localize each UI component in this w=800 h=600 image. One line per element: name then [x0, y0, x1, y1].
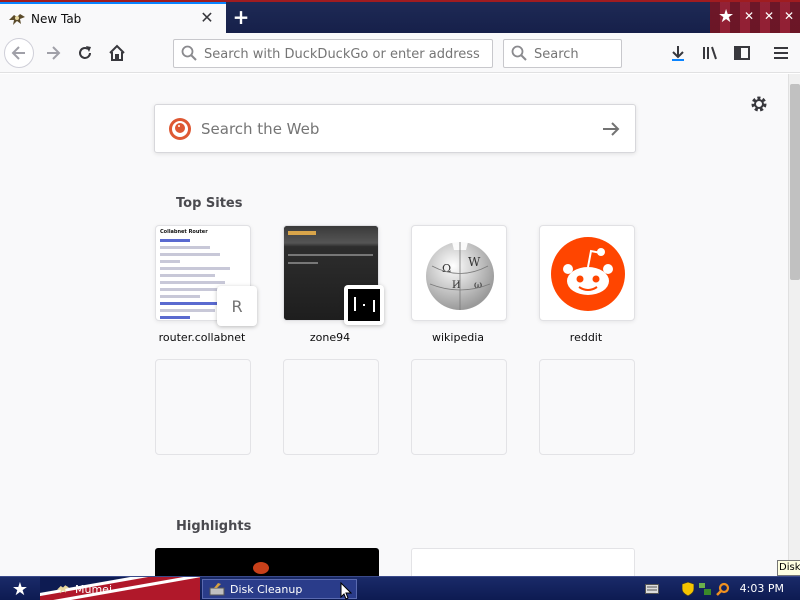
tooltip: Disk — [777, 560, 800, 576]
home-icon — [109, 44, 125, 61]
gear-icon[interactable] — [749, 94, 769, 114]
network-icon[interactable] — [698, 582, 712, 596]
home-button[interactable] — [102, 38, 132, 68]
library-icon — [703, 46, 717, 60]
scrollbar-thumb[interactable] — [790, 84, 800, 280]
router-badge-letter: R — [231, 296, 243, 316]
shield-icon[interactable] — [682, 582, 694, 596]
star-start-icon: ★ — [11, 578, 29, 600]
web-search-input[interactable] — [201, 118, 581, 140]
forward-arrow-icon — [47, 46, 61, 60]
vertical-scrollbar[interactable] — [788, 74, 800, 576]
top-sites-heading: Top Sites — [176, 196, 243, 211]
eagle-favicon-icon — [9, 14, 25, 25]
nav-toolbar — [0, 33, 800, 73]
tab-title: New Tab — [31, 12, 82, 26]
tab-close-icon[interactable]: ✕ — [199, 9, 215, 27]
top-site-label[interactable]: router.collabnet — [137, 331, 267, 344]
web-search-box[interactable] — [154, 104, 636, 153]
minimize-icon[interactable]: ✕ — [742, 8, 756, 24]
download-icon — [672, 46, 684, 61]
window-controls: ✕ ✕ ✕ — [742, 8, 796, 24]
top-site-placeholder — [539, 359, 635, 455]
taskbar-item-label: Disk Cleanup — [230, 582, 303, 596]
address-input[interactable] — [204, 44, 484, 64]
zone94-logo-icon — [348, 289, 380, 321]
top-site-router[interactable]: Collabnet Router R — [155, 225, 257, 326]
downloads-button[interactable] — [667, 42, 689, 64]
back-button[interactable] — [4, 38, 34, 68]
top-site-wikipedia[interactable]: Ω W И ω — [411, 225, 507, 321]
search-icon — [511, 45, 527, 61]
router-badge: R — [217, 286, 257, 326]
magnifier-tray-icon[interactable] — [716, 582, 730, 596]
star-icon: ★ — [718, 6, 735, 27]
zone94-badge — [344, 285, 384, 325]
keyboard-icon[interactable] — [645, 584, 659, 594]
address-bar[interactable] — [173, 39, 493, 68]
arrow-right-icon[interactable] — [599, 117, 623, 141]
highlights-heading: Highlights — [176, 519, 252, 534]
top-site-label[interactable]: zone94 — [265, 331, 395, 344]
reddit-logo-icon — [551, 237, 625, 311]
reload-button[interactable] — [70, 38, 100, 68]
forward-button[interactable] — [38, 38, 68, 68]
top-site-reddit[interactable] — [539, 225, 635, 321]
top-site-label[interactable]: wikipedia — [393, 331, 523, 344]
top-site-zone94[interactable] — [283, 225, 384, 325]
library-button[interactable] — [699, 42, 721, 64]
window-close-icon[interactable]: ✕ — [782, 8, 796, 24]
reload-icon — [79, 46, 91, 59]
search-input[interactable] — [534, 44, 618, 64]
svg-text:W: W — [468, 255, 481, 269]
system-clock[interactable]: 4:03 PM — [740, 582, 784, 595]
search-icon — [181, 45, 197, 61]
sidebar-icon — [734, 46, 750, 60]
router-thumb-heading: Collabnet Router — [160, 229, 208, 235]
taskbar-item-mumei[interactable]: Mumei — [50, 579, 190, 599]
top-site-placeholder — [411, 359, 507, 455]
new-tab-page: Top Sites Collabnet Router R router.coll… — [0, 74, 788, 576]
maximize-icon[interactable]: ✕ — [762, 8, 776, 24]
tab-new-tab[interactable]: New Tab ✕ — [0, 2, 226, 34]
taskbar: ★ Mumei Disk Cleanup 4:03 PM — [0, 576, 800, 600]
eagle-app-icon — [57, 585, 69, 594]
start-button[interactable]: ★ — [0, 577, 40, 600]
sidebar-button[interactable] — [731, 42, 753, 64]
taskbar-item-label: Mumei — [75, 582, 113, 596]
mouse-cursor-icon — [340, 582, 352, 600]
duckduckgo-logo-icon — [169, 118, 191, 140]
highlight-card[interactable] — [411, 548, 635, 576]
back-arrow-icon — [11, 46, 25, 60]
svg-text:ω: ω — [474, 280, 482, 291]
search-bar[interactable] — [503, 39, 622, 68]
top-site-placeholder — [283, 359, 379, 455]
highlight-card[interactable] — [155, 548, 379, 576]
new-tab-button[interactable]: + — [230, 6, 252, 28]
taskbar-item-disk-cleanup[interactable]: Disk Cleanup — [202, 579, 357, 599]
highlight-thumbnail-image — [253, 562, 269, 574]
disk-cleanup-icon — [209, 583, 225, 596]
wikipedia-globe-icon: Ω W И ω — [426, 242, 494, 310]
top-site-placeholder — [155, 359, 251, 455]
tab-strip: New Tab ✕ + ★ ✕ ✕ ✕ — [0, 0, 800, 34]
menu-button[interactable] — [770, 42, 792, 64]
screen: New Tab ✕ + ★ ✕ ✕ ✕ Search with DuckDuck… — [0, 0, 800, 600]
top-site-label[interactable]: reddit — [521, 331, 651, 344]
hamburger-menu-icon — [774, 47, 788, 59]
svg-text:Ω: Ω — [442, 262, 451, 275]
